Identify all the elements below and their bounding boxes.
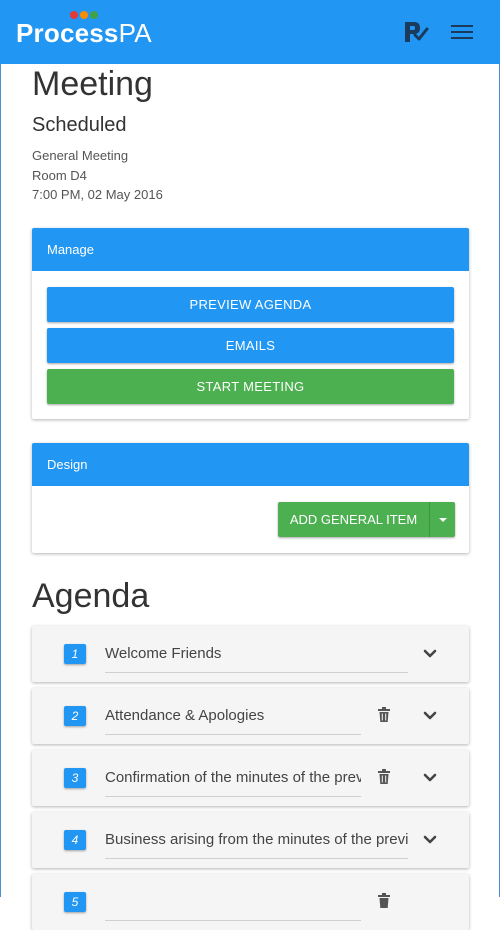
agenda-item[interactable]: 3 Confirmation of the minutes of the pre… <box>32 750 469 806</box>
chevron-down-icon[interactable] <box>422 832 438 848</box>
chevron-down-icon[interactable] <box>422 770 438 786</box>
trash-icon[interactable] <box>377 893 391 909</box>
logo-text-bold: Process <box>16 18 119 48</box>
agenda-item-number: 3 <box>64 768 86 788</box>
add-general-item-button[interactable]: ADD GENERAL ITEM <box>278 502 429 537</box>
trash-icon[interactable] <box>377 707 391 723</box>
manage-card-title: Manage <box>32 228 469 271</box>
window-edge-left <box>0 0 1 897</box>
meeting-type: General Meeting <box>32 148 129 163</box>
add-item-split-button: ADD GENERAL ITEM <box>278 502 455 537</box>
logo-text-light: PA <box>118 18 152 48</box>
preview-agenda-button[interactable]: PREVIEW AGENDA <box>47 287 454 322</box>
agenda-item-number: 4 <box>64 830 86 850</box>
chevron-down-icon[interactable] <box>422 646 438 662</box>
start-meeting-button[interactable]: START MEETING <box>47 369 454 404</box>
trash-icon[interactable] <box>377 769 391 785</box>
emails-button[interactable]: EMAILS <box>47 328 454 363</box>
add-item-dropdown-caret-icon[interactable] <box>429 502 455 537</box>
process-pa-check-icon[interactable] <box>402 20 430 44</box>
agenda-item-number: 5 <box>64 892 86 912</box>
agenda-item[interactable]: 1 Welcome Friends <box>32 626 469 682</box>
agenda-heading: Agenda <box>32 577 150 615</box>
agenda-item-number: 2 <box>64 706 86 726</box>
agenda-item-title-field[interactable]: Welcome Friends <box>105 642 408 673</box>
app-logo[interactable]: ProcessPA <box>16 18 152 48</box>
chevron-down-icon[interactable] <box>422 708 438 724</box>
design-card-title: Design <box>32 443 469 486</box>
agenda-item-title-field[interactable]: Confirmation of the minutes of the previ… <box>105 766 361 797</box>
manage-card: Manage PREVIEW AGENDA EMAILS START MEETI… <box>32 228 469 419</box>
agenda-item-title-field[interactable] <box>105 890 361 921</box>
hamburger-menu-icon[interactable] <box>449 22 475 42</box>
agenda-item[interactable]: 4 Business arising from the minutes of t… <box>32 812 469 868</box>
meeting-status: Scheduled <box>32 114 127 136</box>
meeting-datetime: 7:00 PM, 02 May 2016 <box>32 187 163 202</box>
app-bar: ProcessPA <box>0 0 500 64</box>
agenda-item[interactable]: 5 <box>32 874 469 930</box>
design-card: Design ADD GENERAL ITEM <box>32 443 469 553</box>
meeting-room: Room D4 <box>32 168 87 183</box>
agenda-item-title-field[interactable]: Business arising from the minutes of the… <box>105 828 408 859</box>
agenda-item[interactable]: 2 Attendance & Apologies <box>32 688 469 744</box>
agenda-item-number: 1 <box>64 644 86 664</box>
page-title: Meeting <box>32 65 153 103</box>
agenda-item-title-field[interactable]: Attendance & Apologies <box>105 704 361 735</box>
